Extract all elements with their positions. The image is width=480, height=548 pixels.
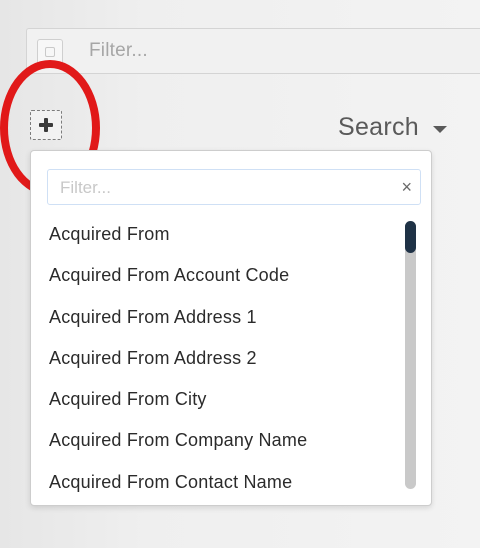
search-icon (37, 39, 63, 65)
scrollbar-thumb[interactable] (405, 221, 416, 253)
search-dropdown-panel: × Acquired From Acquired From Account Co… (30, 150, 432, 506)
search-dropdown-trigger[interactable]: Search (338, 110, 448, 144)
option-item[interactable]: Acquired From Contact Name (31, 467, 401, 508)
scrollbar-track[interactable] (405, 221, 416, 489)
add-button[interactable] (30, 110, 62, 140)
clear-icon[interactable]: × (401, 176, 412, 198)
plus-icon-vertical (44, 118, 48, 132)
option-item[interactable]: Acquired From Company Name (31, 425, 401, 466)
search-dropdown-label: Search (338, 112, 420, 141)
app-root: Filter... Search × Acquired From Acquire… (0, 0, 480, 548)
dropdown-filter-input[interactable] (58, 174, 382, 202)
top-filter-bar[interactable]: Filter... (26, 28, 480, 74)
top-filter-placeholder: Filter... (89, 40, 148, 61)
option-item[interactable]: Acquired From Address 2 (31, 343, 401, 384)
option-list: Acquired From Acquired From Account Code… (31, 219, 401, 508)
option-item[interactable]: Acquired From (31, 219, 401, 260)
option-item[interactable]: Acquired From Address 1 (31, 302, 401, 343)
option-item[interactable]: Acquired From City (31, 384, 401, 425)
dropdown-filter-field: × (47, 169, 421, 205)
option-item[interactable]: Acquired From Account Code (31, 260, 401, 301)
chevron-down-icon (433, 125, 448, 133)
